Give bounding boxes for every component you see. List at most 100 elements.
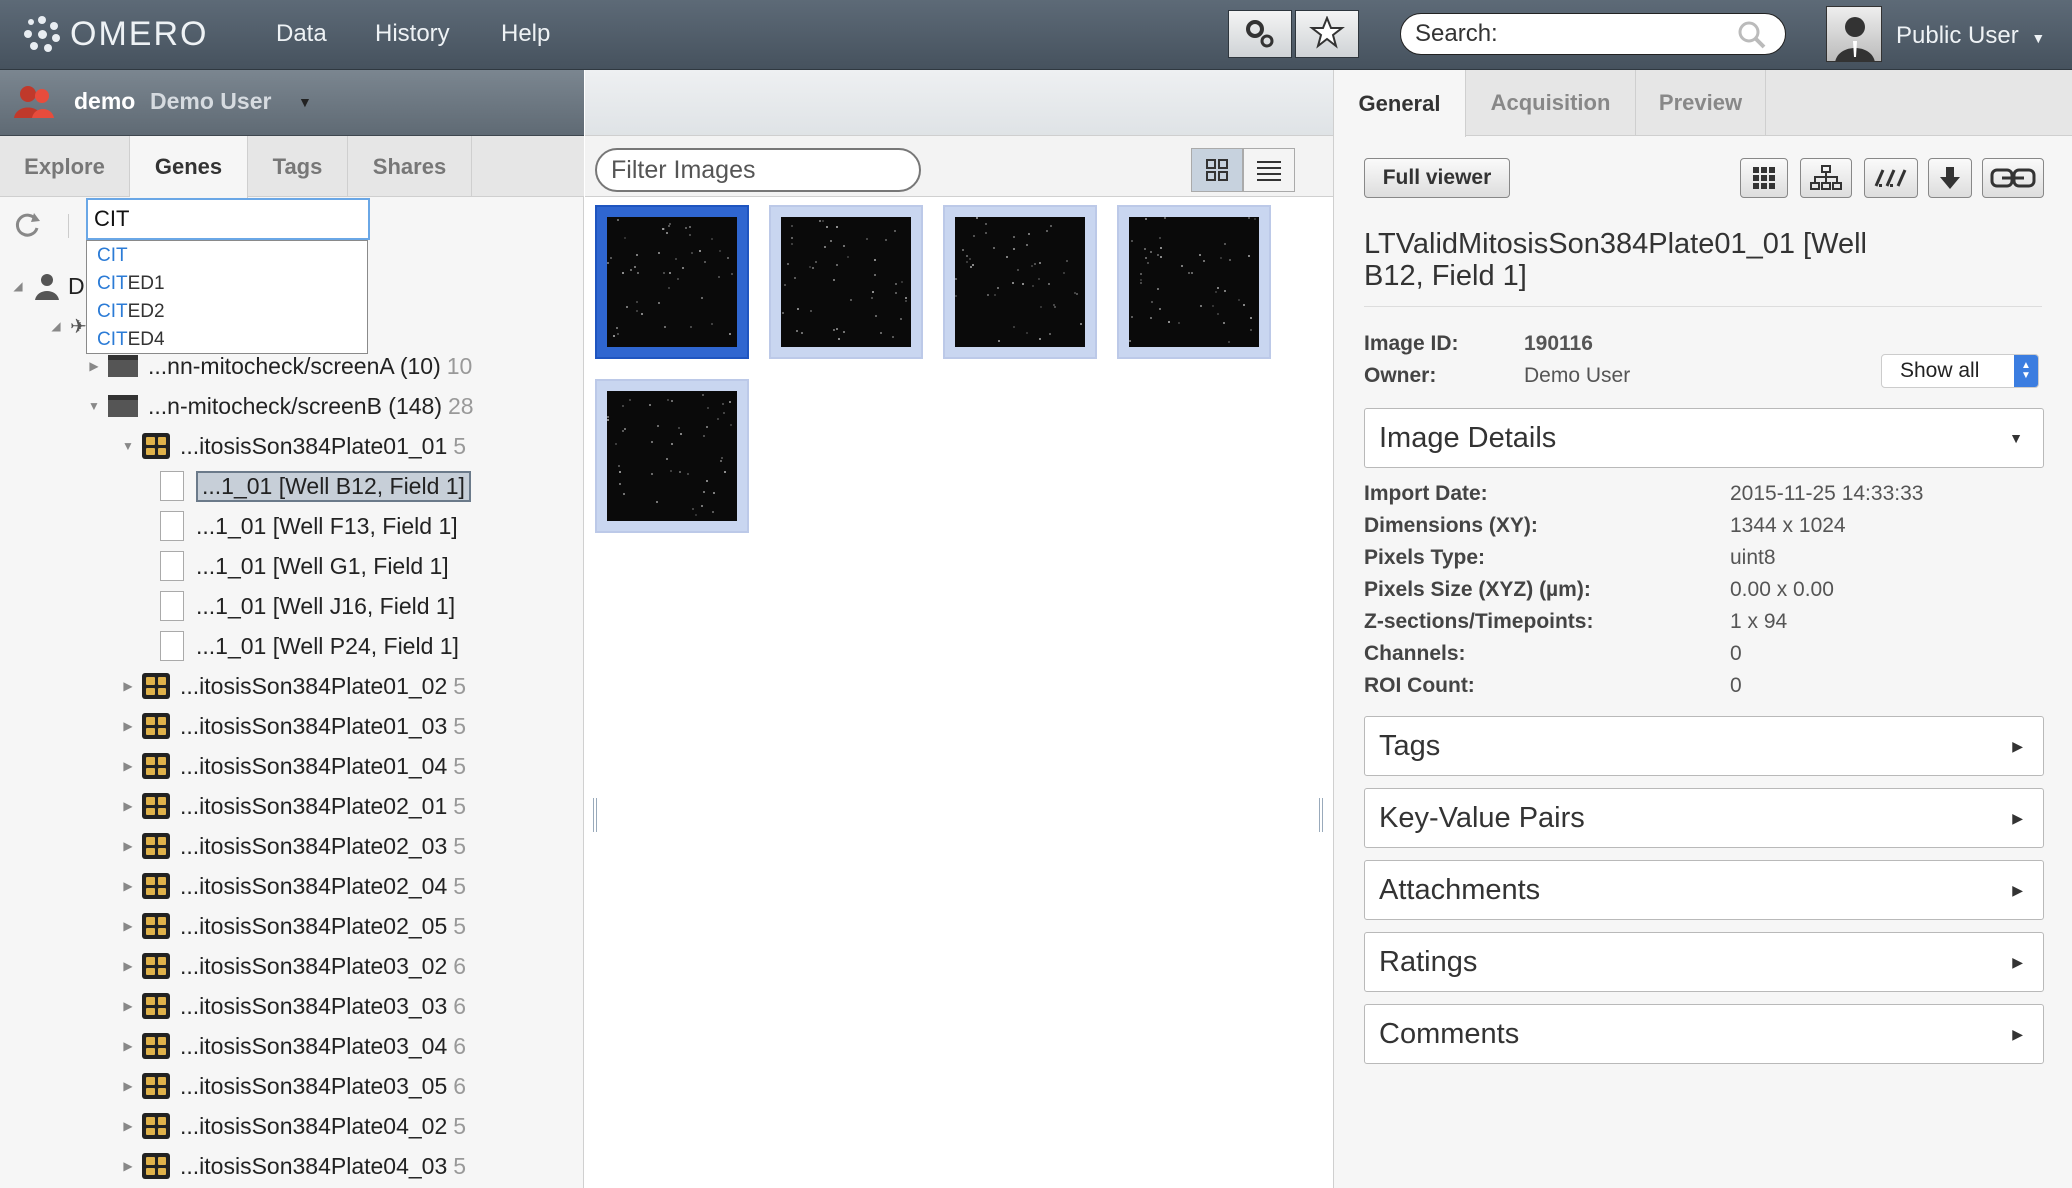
image-thumbnail[interactable] (943, 205, 1097, 359)
nav-help[interactable]: Help (501, 20, 550, 48)
suggestion-item[interactable]: CITED2 (97, 301, 165, 323)
section-attachments[interactable]: Attachments ▶ (1364, 860, 2044, 920)
nav-history[interactable]: History (375, 20, 450, 48)
full-viewer-button[interactable]: Full viewer (1364, 158, 1510, 198)
link-button[interactable] (1982, 158, 2044, 198)
hierarchy-button[interactable] (1800, 158, 1852, 198)
expand-arrow-icon[interactable]: ▶ (122, 1039, 134, 1053)
chevron-down-icon[interactable]: ▼ (298, 94, 312, 110)
show-all-select[interactable]: Show all ▲ ▼ (1881, 354, 2039, 388)
nav-data[interactable]: Data (276, 20, 327, 48)
collapse-arrow-icon[interactable]: ▼ (88, 399, 100, 413)
user-menu[interactable]: Public User ▼ (1896, 22, 2045, 50)
suggestion-item[interactable]: CIT (97, 245, 128, 267)
tree-plate-item[interactable]: ▶ ...itosisSon384Plate03_05 6 (122, 1068, 466, 1104)
image-thumbnail[interactable] (1117, 205, 1271, 359)
expand-arrow-icon[interactable]: ◢ (50, 319, 62, 333)
expand-arrow-icon[interactable]: ▶ (122, 1079, 134, 1093)
tree-plate-item[interactable]: ▶ ...itosisSon384Plate02_03 5 (122, 828, 466, 864)
search-input[interactable] (1415, 20, 1715, 48)
thumbnail-view-button[interactable] (1191, 148, 1243, 192)
expand-arrow-icon[interactable]: ▶ (122, 1159, 134, 1173)
activities-button[interactable] (1295, 10, 1359, 58)
expand-arrow-icon[interactable]: ▶ (122, 959, 134, 973)
image-details-header[interactable]: Image Details ▼ (1364, 408, 2044, 468)
omero-logo[interactable]: OMERO (22, 14, 208, 54)
section-tags[interactable]: Tags ▶ (1364, 716, 2044, 776)
tree-item-count: 5 (453, 1112, 467, 1139)
image-title: LTValidMitosisSon384Plate01_01 [Well B12… (1364, 228, 1867, 292)
collapse-arrow-icon[interactable]: ▼ (122, 439, 134, 453)
search-icon[interactable] (1737, 20, 1767, 50)
tree-plate-item[interactable]: ▶ ...itosisSon384Plate01_03 5 (122, 708, 466, 744)
image-thumbnail[interactable] (595, 379, 749, 533)
expand-arrow-icon[interactable]: ▶ (88, 359, 100, 373)
tree-project[interactable]: ◢ ✈ (50, 308, 86, 344)
expand-arrow-icon[interactable]: ▶ (122, 759, 134, 773)
tree-item-count: 10 (446, 352, 473, 379)
tab-explore[interactable]: Explore (0, 136, 130, 197)
tree-image-item[interactable]: ...1_01 [Well J16, Field 1] (160, 588, 455, 624)
expand-arrow-icon[interactable]: ▶ (122, 719, 134, 733)
tree-plate-item[interactable]: ▶ ...itosisSon384Plate03_03 6 (122, 988, 466, 1024)
tree-plate-item[interactable]: ▶ ...itosisSon384Plate02_01 5 (122, 788, 466, 824)
tab-preview[interactable]: Preview (1636, 70, 1766, 136)
gene-search-input[interactable] (86, 198, 370, 240)
tree-image-item[interactable]: ...1_01 [Well B12, Field 1] (160, 468, 471, 504)
tree-item-count: 6 (453, 952, 467, 979)
suggestion-item[interactable]: CITED1 (97, 273, 165, 295)
tree-plate-item[interactable]: ▶ ...itosisSon384Plate04_03 5 (122, 1148, 466, 1184)
search-box[interactable] (1400, 13, 1786, 55)
filter-images-input[interactable] (595, 148, 921, 192)
scripts-button[interactable] (1228, 10, 1292, 58)
tree-image-item[interactable]: ...1_01 [Well G1, Field 1] (160, 548, 449, 584)
tree-plate-item[interactable]: ▶ ...itosisSon384Plate01_02 5 (122, 668, 466, 704)
tree-plate-item[interactable]: ▶ ...itosisSon384Plate02_05 5 (122, 908, 466, 944)
section-title: Tags (1379, 729, 1441, 762)
group-user-bar[interactable]: demo Demo User ▼ (0, 70, 584, 136)
tree-screen-item[interactable]: ▼ ...n-mitocheck/screenB (148) 28 (88, 388, 474, 424)
refresh-icon[interactable] (12, 210, 42, 240)
tree-root[interactable]: ◢ D (12, 268, 85, 304)
image-thumbnail[interactable] (769, 205, 923, 359)
expand-arrow-icon[interactable]: ▶ (122, 679, 134, 693)
expand-arrow-icon[interactable]: ▶ (122, 879, 134, 893)
image-thumbnail[interactable] (595, 205, 749, 359)
tree-plate-item[interactable]: ▶ ...itosisSon384Plate03_02 6 (122, 948, 466, 984)
tree-plate-item[interactable]: ▶ ...itosisSon384Plate04_02 5 (122, 1108, 466, 1144)
section-title: Ratings (1379, 945, 1478, 978)
tree-plate-item[interactable]: ▶ ...itosisSon384Plate01_04 5 (122, 748, 466, 784)
fileset-button[interactable] (1864, 158, 1918, 198)
expand-arrow-icon[interactable]: ▶ (122, 999, 134, 1013)
list-view-button[interactable] (1243, 148, 1295, 192)
tree-plate-item[interactable]: ▶ ...itosisSon384Plate02_04 5 (122, 868, 466, 904)
expand-arrow-icon[interactable]: ▶ (122, 799, 134, 813)
tab-acquisition[interactable]: Acquisition (1466, 70, 1636, 136)
open-with-button[interactable] (1740, 158, 1788, 198)
detail-label: Channels: (1364, 642, 1466, 665)
tab-general[interactable]: General (1334, 70, 1466, 137)
tree-item-label: ...nn-mitocheck/screenA (10) (148, 352, 441, 379)
expand-arrow-icon[interactable]: ▶ (122, 1119, 134, 1133)
tree-image-item[interactable]: ...1_01 [Well F13, Field 1] (160, 508, 458, 544)
expand-arrow-icon[interactable]: ▶ (122, 839, 134, 853)
tab-genes[interactable]: Genes (130, 136, 248, 198)
expand-arrow-icon[interactable]: ▶ (122, 919, 134, 933)
download-button[interactable] (1928, 158, 1972, 198)
suggestion-item[interactable]: CITED4 (97, 329, 165, 351)
tree-plate-item[interactable]: ▶ ...itosisSon384Plate03_04 6 (122, 1028, 466, 1064)
section-ratings[interactable]: Ratings ▶ (1364, 932, 2044, 992)
section-comments[interactable]: Comments ▶ (1364, 1004, 2044, 1064)
tab-shares[interactable]: Shares (348, 136, 472, 197)
tree-plate-item[interactable]: ▼ ...itosisSon384Plate01_01 5 (122, 428, 466, 464)
thumbnail-image (607, 217, 737, 347)
expand-arrow-icon[interactable]: ◢ (12, 279, 24, 293)
section-key-value-pairs[interactable]: Key-Value Pairs ▶ (1364, 788, 2044, 848)
user-avatar[interactable] (1826, 6, 1882, 62)
tab-tags[interactable]: Tags (248, 136, 348, 197)
plate-icon (142, 1033, 170, 1059)
right-splitter-handle[interactable] (1319, 798, 1323, 832)
tree-image-item[interactable]: ...1_01 [Well P24, Field 1] (160, 628, 459, 664)
plate-icon (142, 873, 170, 899)
left-splitter-handle[interactable] (593, 798, 597, 832)
